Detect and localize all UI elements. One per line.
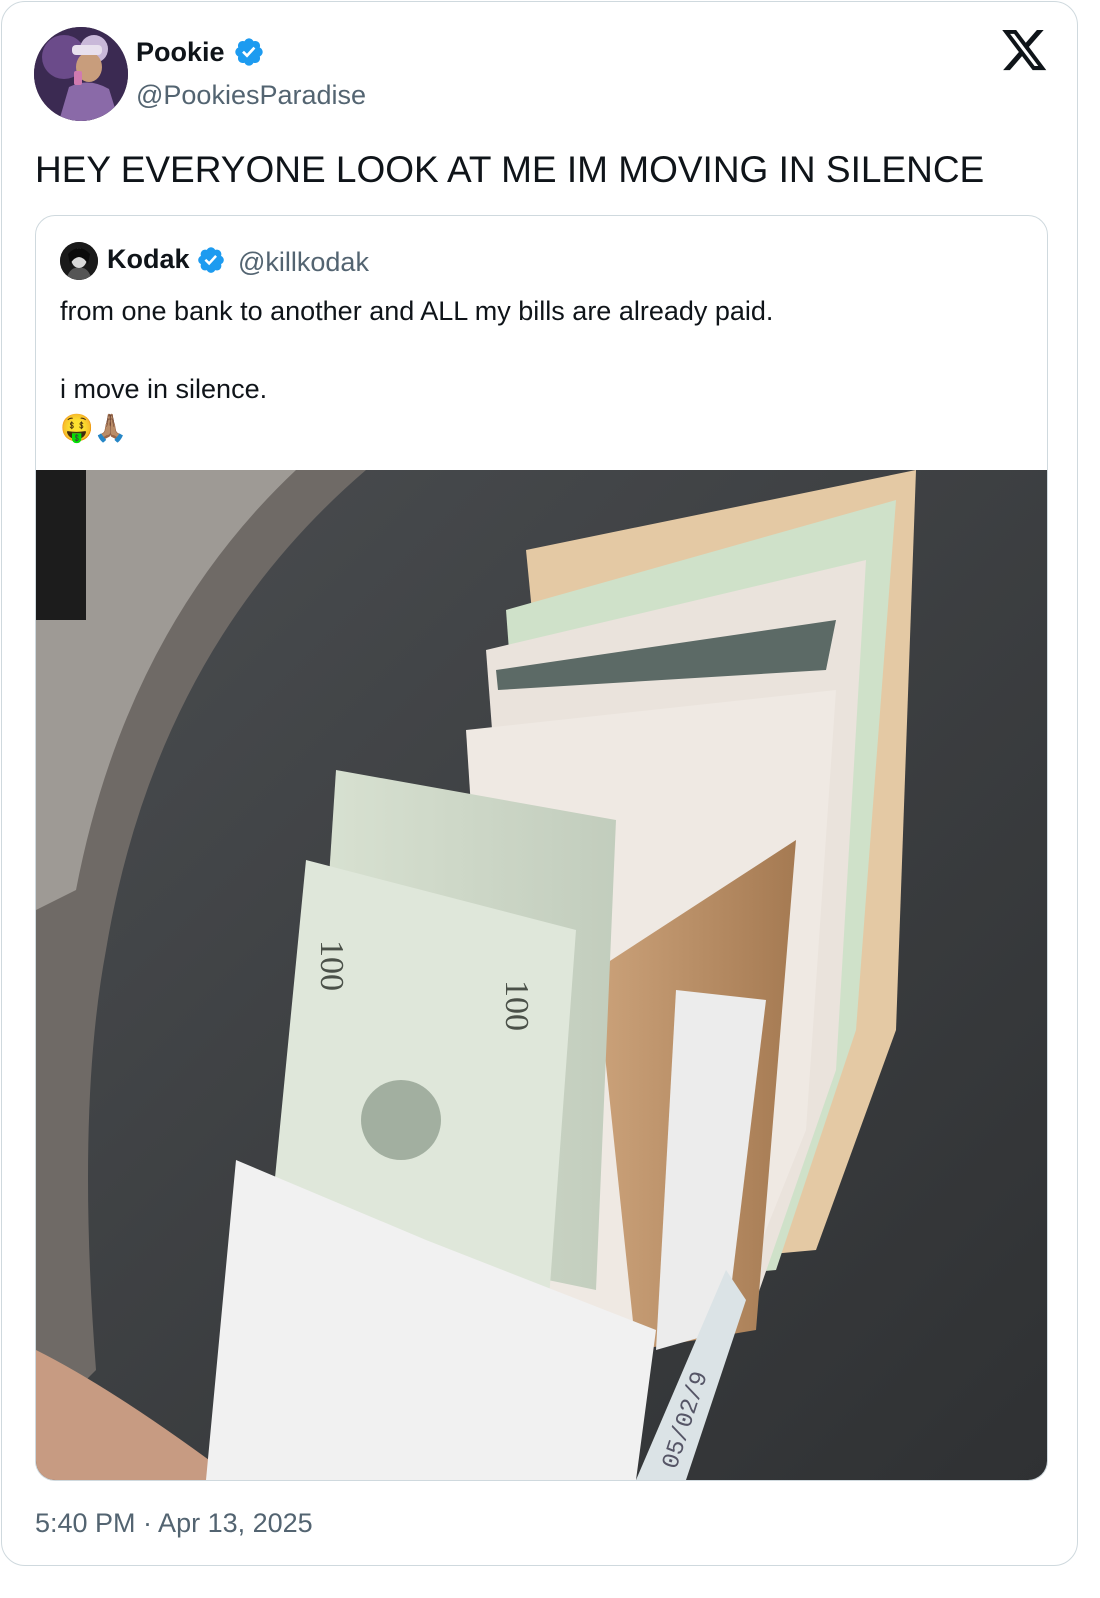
quoted-author-handle[interactable]: @killkodak [238, 247, 369, 278]
author-name[interactable]: Pookie [136, 36, 265, 68]
quoted-post[interactable]: Kodak @killkodak from one bank to anothe… [35, 215, 1048, 1481]
quoted-post-photo[interactable]: 100 100 05/02/9 [36, 470, 1047, 1480]
author-avatar[interactable] [34, 27, 128, 121]
post-card[interactable]: Pookie @PookiesParadise HEY EVERYONE LOO… [1, 1, 1078, 1566]
svg-text:100: 100 [313, 940, 350, 991]
quoted-author-name[interactable]: Kodak [107, 244, 226, 275]
author-name-text[interactable]: Pookie [136, 37, 225, 68]
quoted-author-avatar[interactable] [60, 242, 98, 280]
post-text: HEY EVERYONE LOOK AT ME IM MOVING IN SIL… [35, 149, 985, 190]
x-logo-icon[interactable] [1002, 30, 1048, 72]
author-handle[interactable]: @PookiesParadise [136, 80, 366, 111]
quoted-post-text: from one bank to another and ALL my bill… [60, 296, 774, 443]
quoted-author-name-text[interactable]: Kodak [107, 244, 190, 275]
svg-text:100: 100 [498, 980, 535, 1031]
post-timestamp[interactable]: 5:40 PM · Apr 13, 2025 [35, 1508, 313, 1539]
verified-badge-icon [234, 38, 263, 66]
verified-badge-icon [197, 246, 224, 273]
